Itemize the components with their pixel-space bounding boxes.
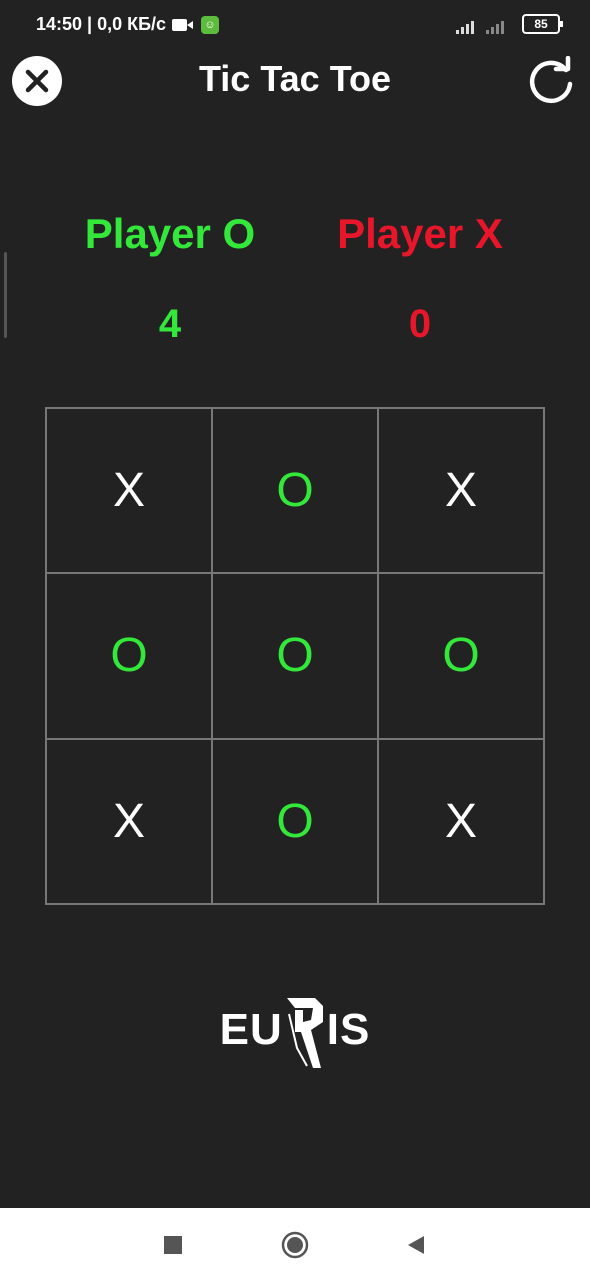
refresh-icon xyxy=(529,56,573,104)
board-cell-5[interactable]: O xyxy=(212,573,378,739)
board-cell-8[interactable]: O xyxy=(212,738,378,904)
status-bar: 14:50 | 0,0 КБ/с ☺ 85 xyxy=(0,0,590,52)
status-right: 85 xyxy=(456,14,563,34)
scroll-indicator xyxy=(4,252,7,338)
reset-button[interactable] xyxy=(524,54,578,108)
board-cell-2[interactable]: O xyxy=(212,408,378,574)
logo-mark-icon xyxy=(286,998,323,1068)
player-x-score: 0 xyxy=(408,302,432,346)
signal-strength-icon xyxy=(456,21,474,34)
euris-logo: EU IS xyxy=(0,990,590,1070)
app-screen: 14:50 | 0,0 КБ/с ☺ 85 Tic Tac Toe Player xyxy=(0,0,590,1280)
player-o-label: Player O xyxy=(84,210,256,257)
back-button[interactable] xyxy=(400,1230,430,1260)
home-button[interactable] xyxy=(280,1230,310,1260)
signal-strength-4g-icon xyxy=(486,21,504,34)
recent-apps-button[interactable] xyxy=(158,1230,188,1260)
android-app-icon: ☺ xyxy=(201,15,220,34)
board-cell-1[interactable]: X xyxy=(46,408,212,574)
page-title: Tic Tac Toe xyxy=(198,58,392,99)
status-left: 14:50 | 0,0 КБ/с ☺ xyxy=(36,14,220,35)
system-nav-bar xyxy=(0,1208,590,1280)
board-cell-6[interactable]: O xyxy=(378,573,544,739)
board-cell-3[interactable]: X xyxy=(378,408,544,574)
back-triangle-icon xyxy=(408,1236,424,1254)
square-icon xyxy=(164,1236,182,1254)
game-board: X O X O O O X O X xyxy=(45,407,545,905)
video-camera-icon xyxy=(172,18,194,31)
board-cell-9[interactable]: X xyxy=(378,738,544,904)
player-o-score: 4 xyxy=(158,302,182,346)
board-cell-4[interactable]: O xyxy=(46,573,212,739)
circle-icon xyxy=(281,1231,309,1259)
battery-icon: 85 xyxy=(522,14,563,34)
logo-text-left: EU xyxy=(219,1005,283,1054)
status-time: 14:50 | 0,0 КБ/с xyxy=(36,14,167,34)
board-cell-7[interactable]: X xyxy=(46,738,212,904)
player-x-label: Player X xyxy=(337,210,503,257)
logo-text-right: IS xyxy=(326,1005,371,1054)
